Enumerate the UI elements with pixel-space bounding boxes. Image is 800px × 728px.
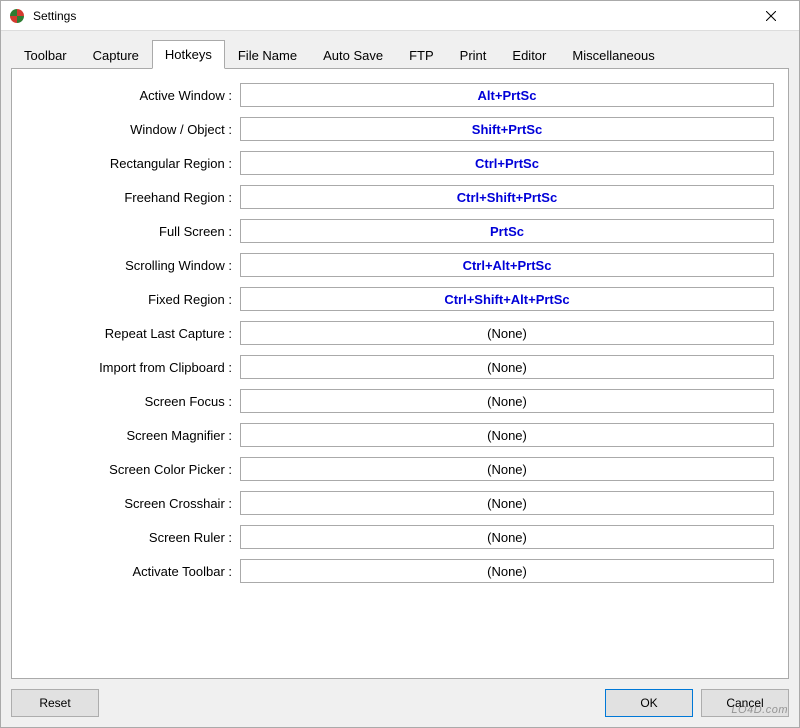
hotkey-row: Fixed Region :Ctrl+Shift+Alt+PrtSc (26, 287, 774, 311)
hotkey-field[interactable]: Ctrl+PrtSc (240, 151, 774, 175)
tab-hotkeys[interactable]: Hotkeys (152, 40, 225, 69)
hotkey-row: Window / Object :Shift+PrtSc (26, 117, 774, 141)
hotkey-row: Screen Crosshair :(None) (26, 491, 774, 515)
app-icon (9, 8, 25, 24)
hotkey-row: Screen Focus :(None) (26, 389, 774, 413)
tab-auto-save[interactable]: Auto Save (310, 41, 396, 69)
hotkey-row: Screen Magnifier :(None) (26, 423, 774, 447)
hotkey-label: Import from Clipboard : (26, 360, 240, 375)
hotkey-field[interactable]: (None) (240, 355, 774, 379)
reset-button[interactable]: Reset (11, 689, 99, 717)
hotkey-row: Screen Ruler :(None) (26, 525, 774, 549)
tab-ftp[interactable]: FTP (396, 41, 447, 69)
hotkey-label: Screen Crosshair : (26, 496, 240, 511)
hotkey-field[interactable]: Shift+PrtSc (240, 117, 774, 141)
hotkey-field[interactable]: Ctrl+Shift+Alt+PrtSc (240, 287, 774, 311)
dialog-button-row: Reset OK Cancel (11, 679, 789, 717)
ok-button[interactable]: OK (605, 689, 693, 717)
titlebar: Settings (1, 1, 799, 31)
hotkey-field[interactable]: (None) (240, 423, 774, 447)
settings-window: Settings ToolbarCaptureHotkeysFile NameA… (0, 0, 800, 728)
hotkey-row: Screen Color Picker :(None) (26, 457, 774, 481)
client-area: ToolbarCaptureHotkeysFile NameAuto SaveF… (1, 31, 799, 727)
hotkey-field[interactable]: (None) (240, 321, 774, 345)
hotkey-field[interactable]: Alt+PrtSc (240, 83, 774, 107)
hotkey-label: Activate Toolbar : (26, 564, 240, 579)
window-title: Settings (33, 9, 76, 23)
tab-editor[interactable]: Editor (499, 41, 559, 69)
tab-panel-hotkeys: Active Window :Alt+PrtScWindow / Object … (11, 68, 789, 679)
hotkey-row: Rectangular Region :Ctrl+PrtSc (26, 151, 774, 175)
hotkey-label: Fixed Region : (26, 292, 240, 307)
hotkey-row: Active Window :Alt+PrtSc (26, 83, 774, 107)
hotkey-field[interactable]: (None) (240, 491, 774, 515)
hotkey-row: Scrolling Window :Ctrl+Alt+PrtSc (26, 253, 774, 277)
close-icon[interactable] (751, 2, 791, 30)
hotkey-label: Screen Ruler : (26, 530, 240, 545)
hotkey-row: Activate Toolbar :(None) (26, 559, 774, 583)
hotkey-field[interactable]: (None) (240, 457, 774, 481)
hotkey-row: Import from Clipboard :(None) (26, 355, 774, 379)
tab-strip: ToolbarCaptureHotkeysFile NameAuto SaveF… (11, 39, 789, 68)
hotkey-field[interactable]: (None) (240, 525, 774, 549)
hotkey-row: Freehand Region :Ctrl+Shift+PrtSc (26, 185, 774, 209)
hotkey-label: Full Screen : (26, 224, 240, 239)
hotkey-label: Rectangular Region : (26, 156, 240, 171)
hotkey-label: Screen Focus : (26, 394, 240, 409)
hotkey-field[interactable]: Ctrl+Alt+PrtSc (240, 253, 774, 277)
tab-capture[interactable]: Capture (80, 41, 152, 69)
cancel-button[interactable]: Cancel (701, 689, 789, 717)
hotkey-label: Screen Magnifier : (26, 428, 240, 443)
tab-toolbar[interactable]: Toolbar (11, 41, 80, 69)
hotkey-label: Scrolling Window : (26, 258, 240, 273)
hotkey-label: Repeat Last Capture : (26, 326, 240, 341)
hotkey-field[interactable]: PrtSc (240, 219, 774, 243)
hotkey-label: Screen Color Picker : (26, 462, 240, 477)
hotkey-label: Active Window : (26, 88, 240, 103)
tab-print[interactable]: Print (447, 41, 500, 69)
hotkey-row: Repeat Last Capture :(None) (26, 321, 774, 345)
hotkey-label: Window / Object : (26, 122, 240, 137)
hotkey-field[interactable]: (None) (240, 389, 774, 413)
hotkey-field[interactable]: Ctrl+Shift+PrtSc (240, 185, 774, 209)
hotkey-row: Full Screen :PrtSc (26, 219, 774, 243)
tab-miscellaneous[interactable]: Miscellaneous (559, 41, 667, 69)
tab-file-name[interactable]: File Name (225, 41, 310, 69)
hotkey-label: Freehand Region : (26, 190, 240, 205)
hotkey-field[interactable]: (None) (240, 559, 774, 583)
